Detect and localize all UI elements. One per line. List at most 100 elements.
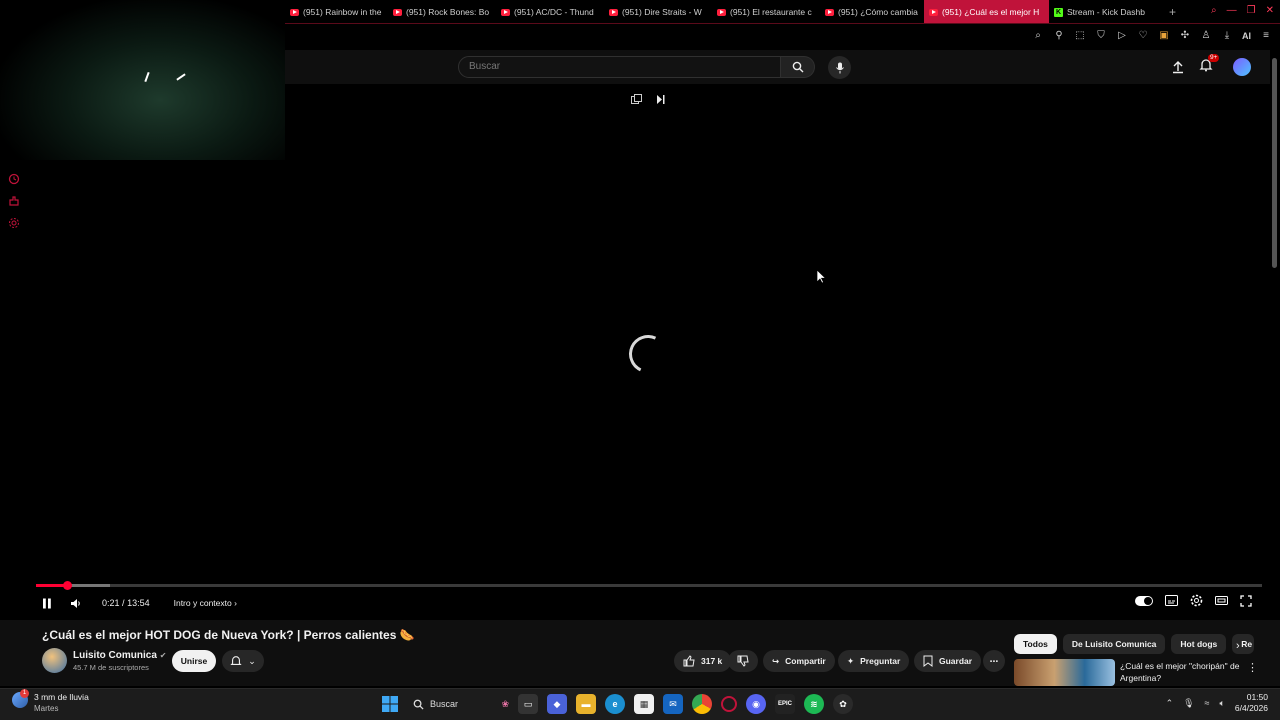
ask-label: Preguntar bbox=[860, 656, 901, 666]
theater-mode-icon[interactable] bbox=[1215, 595, 1228, 606]
recommendation-more-icon[interactable]: ⋮ bbox=[1247, 661, 1258, 674]
duration: 13:54 bbox=[127, 598, 150, 608]
fullscreen-icon[interactable] bbox=[1240, 594, 1252, 607]
search-icon[interactable]: ⌕ bbox=[1211, 5, 1217, 16]
like-count: 317 k bbox=[701, 656, 723, 666]
cam-figure bbox=[144, 71, 150, 83]
download-icon[interactable]: ⤓ bbox=[1221, 30, 1233, 41]
browser-tab[interactable]: (951) El restaurante c bbox=[712, 0, 820, 24]
progress-scrubber[interactable] bbox=[62, 581, 72, 590]
clock-date: 6/4/2026 bbox=[1234, 703, 1268, 713]
channel-name[interactable]: Luisito Comunica ✔ bbox=[73, 650, 166, 661]
share-button[interactable]: ↪ Compartir bbox=[763, 650, 835, 672]
search-input[interactable]: Buscar bbox=[458, 56, 781, 78]
browser-tab[interactable]: (951) Rainbow in the bbox=[285, 0, 388, 24]
profile-icon[interactable]: ♙ bbox=[1200, 30, 1212, 41]
snapshot-icon[interactable]: ⬚ bbox=[1074, 30, 1086, 41]
app-icon[interactable]: ✿ bbox=[833, 694, 853, 714]
related-filter-chips: Todos De Luisito Comunica Hot dogs Re bbox=[1014, 634, 1255, 654]
weather-day: Martes bbox=[34, 704, 59, 713]
shield-icon[interactable]: ⛉ bbox=[1095, 30, 1107, 41]
menu-icon[interactable]: ≡ bbox=[1260, 30, 1272, 41]
join-button[interactable]: Unirse bbox=[172, 650, 216, 672]
filter-chip[interactable]: De Luisito Comunica bbox=[1062, 634, 1166, 654]
subscribed-button[interactable]: ⌄ bbox=[222, 650, 264, 672]
browser-tab[interactable]: (951) Dire Straits - W bbox=[604, 0, 712, 24]
notifications-button[interactable]: 9+ bbox=[1199, 54, 1220, 76]
task-view-icon[interactable]: ▭ bbox=[518, 694, 538, 714]
clock-time: 01:50 bbox=[1246, 692, 1268, 702]
clock[interactable]: 01:50 6/4/2026 bbox=[1235, 692, 1268, 714]
subtitles-icon[interactable] bbox=[1165, 595, 1178, 606]
search-button[interactable] bbox=[781, 56, 815, 78]
account-avatar[interactable] bbox=[1233, 58, 1251, 76]
maximize-icon[interactable]: ❐ bbox=[1247, 5, 1256, 16]
chapter-button[interactable]: Intro y contexto › bbox=[174, 598, 237, 608]
minimize-icon[interactable]: — bbox=[1227, 5, 1237, 16]
volume-button[interactable] bbox=[70, 598, 82, 609]
heart-icon[interactable]: ♡ bbox=[1137, 30, 1149, 41]
browser-tab[interactable]: (951) Rock Bones: Bo bbox=[388, 0, 496, 24]
chevron-right-icon[interactable]: › bbox=[1236, 640, 1240, 652]
filter-chip[interactable]: Hot dogs bbox=[1171, 634, 1227, 654]
pin-icon[interactable]: ⚲ bbox=[1053, 30, 1065, 41]
recommendation-title[interactable]: ¿Cuál es el mejor "choripán" de Argentin… bbox=[1120, 660, 1242, 684]
extensions-icon[interactable]: ✣ bbox=[1179, 30, 1191, 41]
youtube-icon bbox=[717, 8, 726, 16]
share-label: Compartir bbox=[785, 656, 826, 666]
ask-button[interactable]: ✦ Preguntar bbox=[838, 650, 910, 672]
chevron-up-icon[interactable]: ⌃ bbox=[1166, 698, 1174, 709]
autoplay-toggle[interactable] bbox=[1135, 595, 1153, 606]
taskbar-search[interactable]: Buscar ❀ bbox=[409, 694, 509, 714]
windows-start-icon[interactable] bbox=[380, 694, 400, 714]
close-icon[interactable]: ✕ bbox=[1266, 5, 1274, 16]
more-actions-button[interactable]: ⋯ bbox=[983, 650, 1005, 672]
pip-icon[interactable] bbox=[631, 94, 642, 105]
app-icon[interactable]: ◆ bbox=[547, 694, 567, 714]
tab-strip: (951) Rainbow in the (951) Rock Bones: Bo… bbox=[285, 0, 1280, 24]
dislike-button[interactable] bbox=[728, 650, 758, 672]
store-icon[interactable]: ▦ bbox=[634, 694, 654, 714]
browser-tab[interactable]: (951) ¿Cómo cambia bbox=[820, 0, 924, 24]
recommendation-thumbnail[interactable] bbox=[1014, 659, 1115, 686]
mail-icon[interactable]: ✉ bbox=[663, 694, 683, 714]
pause-button[interactable] bbox=[42, 598, 52, 609]
browser-tab[interactable]: (951) AC/DC - Thund bbox=[496, 0, 604, 24]
file-explorer-icon[interactable]: ▬ bbox=[576, 694, 596, 714]
discord-icon[interactable]: ◉ bbox=[746, 694, 766, 714]
opera-gx-icon[interactable] bbox=[721, 696, 737, 712]
bell-icon bbox=[230, 656, 242, 665]
wifi-icon[interactable]: ≈ bbox=[1205, 698, 1210, 708]
mic-icon bbox=[835, 62, 844, 73]
ai-button[interactable]: AI bbox=[1242, 31, 1251, 41]
edge-icon[interactable]: e bbox=[605, 694, 625, 714]
speaker-icon[interactable]: 🔈︎ bbox=[1220, 698, 1225, 709]
voice-search-button[interactable] bbox=[828, 56, 851, 79]
channel-avatar[interactable] bbox=[42, 648, 67, 673]
mic-icon[interactable]: 🎙︎ bbox=[1183, 698, 1194, 709]
like-button[interactable]: 317 k bbox=[674, 650, 732, 672]
history-icon[interactable] bbox=[8, 173, 20, 185]
play-icon[interactable]: ▷ bbox=[1116, 30, 1128, 41]
weather-widget[interactable]: 3 mm de lluvia Martes bbox=[12, 689, 89, 714]
spotify-icon[interactable]: ≋ bbox=[804, 694, 824, 714]
save-button[interactable]: Guardar bbox=[914, 650, 982, 672]
time-display: 0:21 / 13:54 bbox=[102, 598, 150, 608]
browser-tab[interactable]: K Stream - Kick Dashb bbox=[1049, 0, 1161, 24]
extensions-icon[interactable] bbox=[8, 195, 20, 207]
wallet-icon[interactable]: ▣ bbox=[1158, 30, 1170, 41]
browser-tab[interactable]: (951) ¿Cuál es el mejor H bbox=[924, 0, 1049, 24]
settings-icon[interactable] bbox=[8, 217, 20, 229]
progress-bar[interactable] bbox=[36, 581, 1262, 590]
tab-label: (951) AC/DC - Thund bbox=[514, 7, 594, 17]
create-button[interactable] bbox=[1168, 57, 1188, 77]
new-tab-button[interactable]: + bbox=[1161, 5, 1184, 19]
chrome-icon[interactable] bbox=[692, 694, 712, 714]
settings-icon[interactable] bbox=[1190, 594, 1203, 607]
filter-chip[interactable]: Todos bbox=[1014, 634, 1057, 654]
zoom-icon[interactable]: ⌕ bbox=[1032, 30, 1044, 41]
kick-icon: K bbox=[1054, 7, 1063, 17]
epic-games-icon[interactable]: EPIC bbox=[775, 694, 795, 714]
next-icon[interactable] bbox=[656, 94, 665, 105]
scrollbar[interactable] bbox=[1272, 58, 1277, 268]
